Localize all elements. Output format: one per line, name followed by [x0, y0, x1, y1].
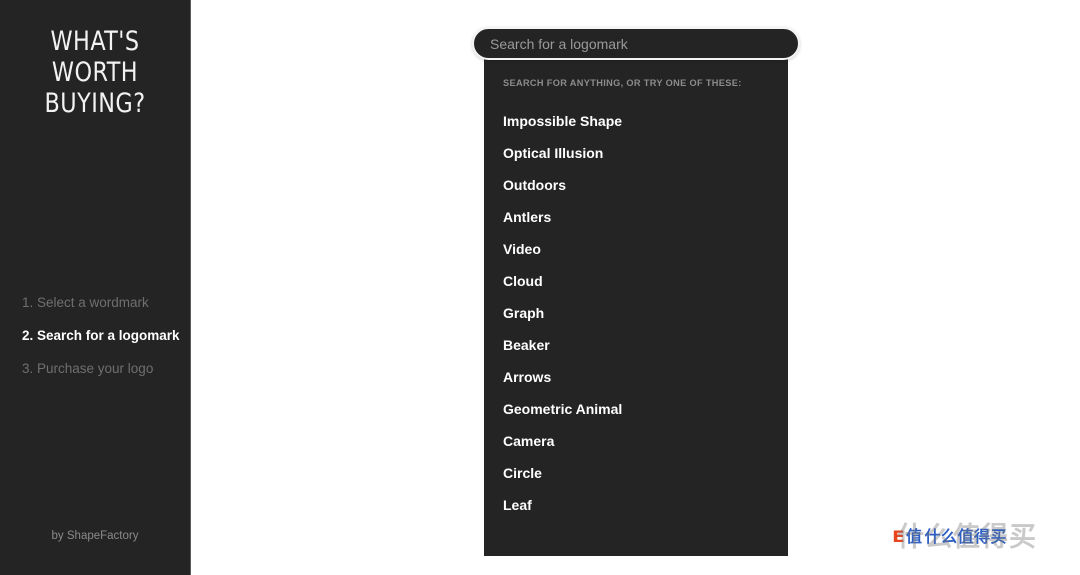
- suggestion-item[interactable]: Camera: [484, 425, 788, 457]
- watermark-brand-text: 值: [905, 527, 923, 546]
- suggestion-item[interactable]: Optical Illusion: [484, 137, 788, 169]
- watermark-ghost-text: 什么值得买: [897, 522, 1037, 553]
- suggestion-item[interactable]: Cloud: [484, 265, 788, 297]
- search-container: [472, 27, 800, 60]
- brand-line-3: Buying?: [44, 88, 146, 119]
- suggestion-item[interactable]: Outdoors: [484, 169, 788, 201]
- step-list: 1. Select a wordmark 2. Search for a log…: [22, 291, 182, 390]
- suggestion-item[interactable]: Impossible Shape: [484, 105, 788, 137]
- suggestion-item[interactable]: Leaf: [484, 489, 788, 521]
- suggestion-item[interactable]: Arrows: [484, 361, 788, 393]
- suggestion-item[interactable]: Beaker: [484, 329, 788, 361]
- watermark-logo-row: E 值 什么值得买: [892, 527, 1007, 546]
- sidebar-step-purchase-logo[interactable]: 3. Purchase your logo: [22, 357, 182, 381]
- suggestion-item[interactable]: Antlers: [484, 201, 788, 233]
- brand-line-2: Worth: [51, 57, 139, 88]
- sidebar: What's Worth Buying? 1. Select a wordmar…: [0, 0, 191, 575]
- suggestions-header: SEARCH FOR ANYTHING, OR TRY ONE OF THESE…: [503, 78, 742, 88]
- suggestion-item[interactable]: Video: [484, 233, 788, 265]
- suggestion-item[interactable]: Geometric Animal: [484, 393, 788, 425]
- watermark-brand-icon: E: [892, 527, 905, 546]
- watermark-brand-suffix: 什么值得买: [924, 527, 1007, 546]
- sidebar-step-search-logomark[interactable]: 2. Search for a logomark: [22, 324, 182, 348]
- search-input[interactable]: [490, 35, 782, 52]
- app-root: What's Worth Buying? 1. Select a wordmar…: [0, 0, 1080, 575]
- suggestions-dropdown: SEARCH FOR ANYTHING, OR TRY ONE OF THESE…: [484, 50, 788, 556]
- watermark: E 值 什么值得买 什么值得买: [892, 522, 1073, 564]
- suggestion-item[interactable]: Circle: [484, 457, 788, 489]
- sidebar-step-select-wordmark[interactable]: 1. Select a wordmark: [22, 291, 182, 315]
- credit-label: by ShapeFactory: [51, 530, 139, 542]
- search-pill[interactable]: [472, 27, 800, 60]
- suggestion-item[interactable]: Graph: [484, 297, 788, 329]
- brand-line-1: What's: [50, 26, 140, 57]
- brand-wordmark: What's Worth Buying?: [0, 26, 190, 119]
